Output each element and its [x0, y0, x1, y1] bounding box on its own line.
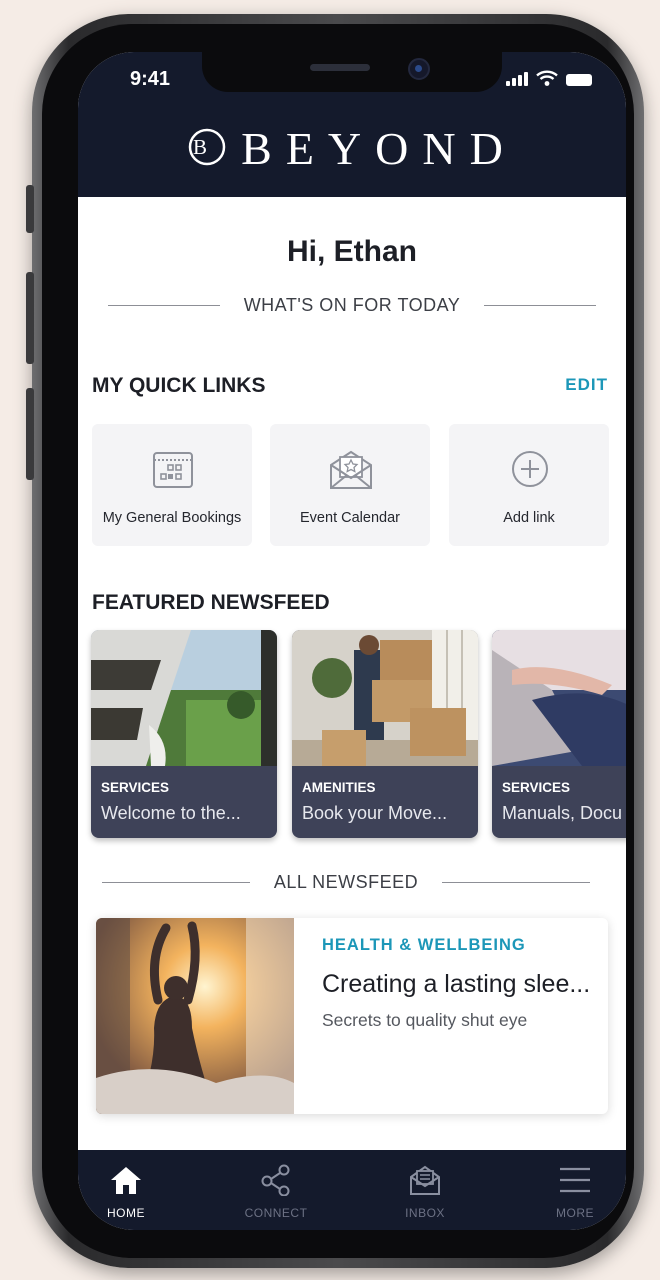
featured-card-book-move[interactable]: AMENITIES Book your Move...	[292, 630, 478, 838]
mute-switch	[26, 185, 34, 233]
brand-name: BEYOND	[241, 123, 517, 174]
share-nodes-icon	[261, 1164, 290, 1196]
tab-label: INBOX	[405, 1206, 445, 1220]
today-divider-label: WHAT'S ON FOR TODAY	[243, 295, 461, 315]
tab-more[interactable]: MORE	[520, 1164, 626, 1220]
quick-link-label: My General Bookings	[102, 510, 242, 526]
app-screen: 9:41 B BEYOND Hi, Ethan WHAT'S ON FOR TO…	[78, 52, 626, 1230]
notch	[202, 52, 502, 92]
tab-label: HOME	[107, 1206, 145, 1220]
tab-inbox[interactable]: INBOX	[370, 1164, 480, 1220]
featured-newsfeed-carousel[interactable]: SERVICES Welcome to the... AMENITIES Boo…	[91, 630, 626, 842]
app-header: 9:41 B BEYOND	[78, 52, 626, 197]
all-newsfeed-divider: ALL NEWSFEED	[102, 872, 590, 893]
svg-text:B: B	[193, 135, 221, 159]
earpiece-speaker	[310, 64, 370, 71]
quick-link-my-general-bookings[interactable]: My General Bookings	[92, 424, 252, 546]
all-newsfeed-label: ALL NEWSFEED	[273, 872, 419, 892]
home-icon	[111, 1167, 141, 1194]
front-camera	[408, 58, 430, 80]
tab-connect[interactable]: CONNECT	[221, 1164, 331, 1220]
tab-home[interactable]: HOME	[78, 1164, 181, 1220]
add-circle-icon	[512, 451, 548, 487]
featured-image-tablet	[492, 630, 626, 766]
bottom-tab-bar: HOME CONNECT INBOX MORE	[78, 1150, 626, 1230]
volume-down-button	[26, 388, 34, 480]
quick-link-event-calendar[interactable]: Event Calendar	[270, 424, 430, 546]
featured-card-category: SERVICES	[502, 780, 571, 795]
featured-image-moving-boxes	[292, 630, 478, 766]
newsfeed-item-category: HEALTH & WELLBEING	[322, 936, 526, 954]
tab-label: MORE	[556, 1206, 594, 1220]
status-icons	[506, 70, 592, 86]
featured-newsfeed-title: FEATURED NEWSFEED	[92, 591, 330, 614]
quick-links-title: MY QUICK LINKS	[92, 374, 266, 397]
featured-card-title: Book your Move...	[302, 803, 448, 823]
quick-link-label: Add link	[503, 510, 555, 526]
wifi-icon	[536, 70, 558, 86]
inbox-icon	[410, 1165, 440, 1195]
today-divider: WHAT'S ON FOR TODAY	[108, 295, 596, 316]
cellular-signal-icon	[506, 72, 528, 86]
featured-image-building	[91, 630, 277, 766]
featured-card-title: Manuals, Docu	[502, 803, 623, 823]
menu-icon	[560, 1167, 590, 1193]
calendar-icon	[153, 452, 193, 488]
newsfeed-image-morning-stretch	[96, 918, 294, 1114]
brand-wordmark: B BEYOND	[78, 122, 626, 175]
newsfeed-item-sleep[interactable]: HEALTH & WELLBEING Creating a lasting sl…	[96, 918, 608, 1114]
featured-card-title: Welcome to the...	[101, 803, 241, 823]
featured-card-manuals[interactable]: SERVICES Manuals, Docu	[492, 630, 626, 838]
newsfeed-item-title: Creating a lasting slee...	[322, 970, 591, 998]
quick-link-add-link[interactable]: Add link	[449, 424, 609, 546]
brand-logo-icon: B	[188, 129, 226, 166]
featured-card-category: SERVICES	[101, 780, 170, 795]
status-time: 9:41	[130, 68, 171, 90]
volume-up-button	[26, 272, 34, 364]
featured-card-welcome[interactable]: SERVICES Welcome to the...	[91, 630, 277, 838]
quick-link-label: Event Calendar	[300, 510, 400, 526]
tab-label: CONNECT	[244, 1206, 308, 1220]
edit-quick-links-button[interactable]: EDIT	[565, 375, 608, 395]
featured-card-category: AMENITIES	[302, 780, 376, 795]
greeting-heading: Hi, Ethan	[286, 235, 417, 268]
newsfeed-item-subtitle: Secrets to quality shut eye	[322, 1010, 528, 1030]
invitation-envelope-icon	[330, 450, 372, 489]
battery-icon	[566, 74, 592, 86]
